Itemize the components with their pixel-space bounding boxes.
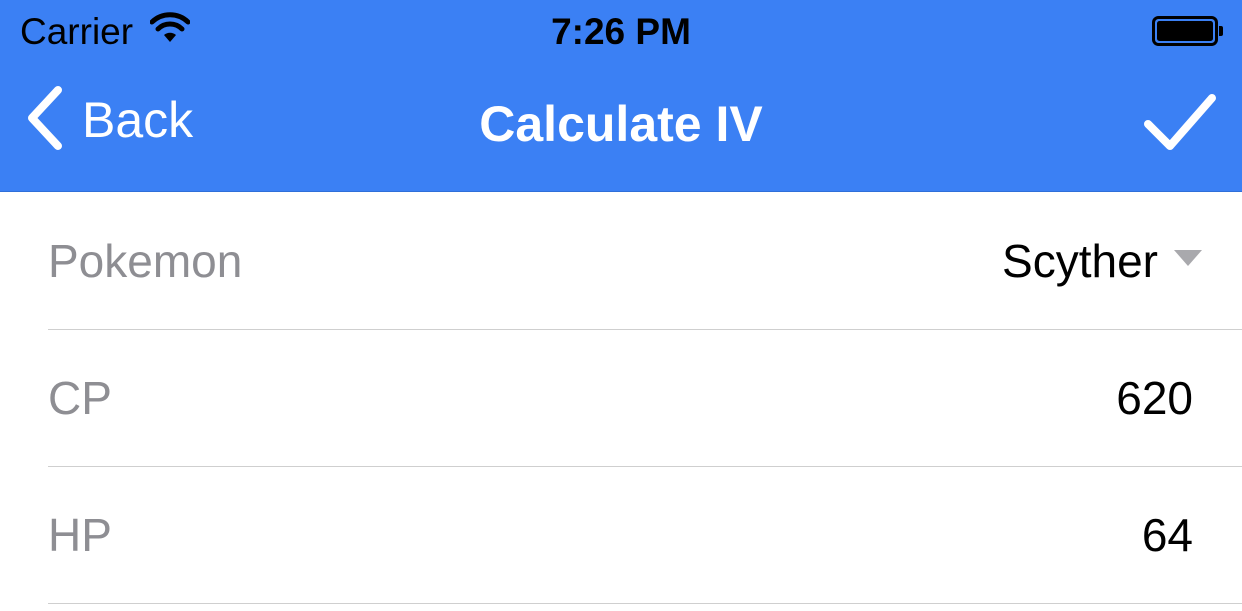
cp-label: CP [48,372,112,424]
pokemon-value: Scyther [1002,235,1158,287]
hp-input[interactable]: 64 [1142,503,1193,567]
chevron-left-icon [22,84,68,157]
battery-icon [1152,16,1224,46]
hp-row: HP 64 [48,467,1242,604]
cp-row: CP 620 [48,330,1242,467]
pokemon-picker[interactable]: Scyther [1002,229,1202,293]
checkmark-icon [1140,94,1220,160]
status-bar: Carrier 7:26 PM [0,0,1242,62]
cp-input[interactable]: 620 [1116,366,1193,430]
hp-label: HP [48,509,112,561]
back-button[interactable]: Back [22,84,193,156]
pokemon-label: Pokemon [48,235,243,287]
iv-form: Pokemon Scyther CP 620 HP 64 [0,193,1242,604]
back-label: Back [82,92,194,148]
dropdown-caret-icon [1174,250,1202,266]
header: Carrier 7:26 PM Back Calculate IV [0,0,1242,192]
status-time: 7:26 PM [551,11,691,52]
confirm-button[interactable] [1140,88,1220,156]
navigation-bar: Back Calculate IV [0,62,1242,192]
pokemon-row: Pokemon Scyther [48,193,1242,330]
